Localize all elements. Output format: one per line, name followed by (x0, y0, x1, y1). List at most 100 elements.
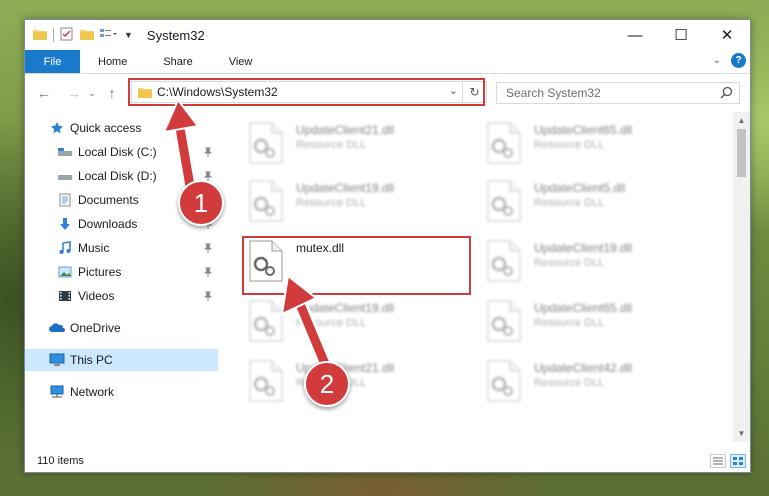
sidebar-item-label: Quick access (70, 121, 142, 135)
file-name: UpdateClient65.dll (534, 123, 633, 137)
step-2-badge: 2 (304, 361, 350, 407)
quick-access-toolbar: ▼ (25, 27, 133, 44)
list-item[interactable]: UpdateClient65.dll Resource DLL (480, 118, 710, 168)
documents-icon (57, 192, 73, 208)
sidebar-item-quick-access[interactable]: Quick access (25, 117, 218, 139)
pin-icon[interactable] (203, 290, 213, 304)
list-item[interactable]: UpdateClient42.dll Resource DLL (480, 356, 710, 406)
sidebar-item-network[interactable]: Network (25, 381, 218, 403)
forward-arrow-icon[interactable]: → (63, 85, 85, 101)
folder-icon (33, 28, 47, 43)
details-view-icon[interactable] (710, 454, 726, 468)
scroll-thumb[interactable] (737, 129, 746, 177)
chevron-down-icon[interactable]: ▼ (124, 30, 133, 40)
sidebar-item-label: Documents (78, 193, 139, 207)
chevron-down-icon[interactable]: ⌄ (449, 84, 458, 97)
file-list: UpdateClient21.dll Resource DLL UpdateCl… (218, 112, 734, 442)
sidebar-item-onedrive[interactable]: OneDrive (25, 317, 218, 339)
sidebar-item-this-pc[interactable]: This PC (25, 349, 218, 371)
drive-icon (57, 168, 73, 184)
maximize-button[interactable]: ☐ (658, 20, 704, 50)
file-explorer-window: ▼ System32 — ☐ ✕ File Home Share View ⌄ … (24, 19, 751, 473)
back-arrow-icon[interactable]: ← (33, 85, 55, 101)
ribbon-tabs: File Home Share View ⌄ ? (25, 50, 750, 74)
sidebar-item-pictures[interactable]: Pictures (25, 261, 218, 283)
sidebar-item-label: Downloads (78, 217, 138, 231)
customize-toolbar-icon[interactable] (100, 28, 118, 43)
tab-share[interactable]: Share (145, 50, 210, 73)
list-item[interactable]: UpdateClient21.dll Resource DLL (242, 118, 472, 168)
file-type: Resource DLL (296, 317, 367, 329)
dll-file-icon (486, 300, 522, 345)
tab-view[interactable]: View (211, 50, 271, 73)
sidebar-item-label: Local Disk (D:) (78, 169, 157, 183)
tab-home[interactable]: Home (80, 50, 145, 73)
pin-icon[interactable] (203, 146, 213, 160)
refresh-icon[interactable]: ↻ (462, 82, 486, 102)
expand-ribbon-icon[interactable]: ⌄ (713, 55, 721, 66)
file-type: Resource DLL (534, 317, 605, 329)
dll-file-icon (248, 180, 284, 225)
up-arrow-icon[interactable]: ↑ (101, 85, 123, 101)
dll-file-icon (486, 122, 522, 167)
search-input[interactable]: Search System32 (506, 86, 601, 100)
sidebar-item-label: Music (78, 241, 110, 255)
window-controls: — ☐ ✕ (612, 20, 750, 50)
scroll-up-icon[interactable]: ▲ (733, 112, 750, 129)
sidebar-item-label: OneDrive (70, 321, 121, 335)
list-item[interactable]: UpdateClient21.dll Resource DLL (242, 356, 472, 406)
step-1-badge: 1 (178, 180, 224, 226)
list-item[interactable]: UpdateClient5.dll Resource DLL (480, 176, 710, 226)
downloads-icon (57, 216, 73, 232)
tiles-view-icon[interactable] (730, 454, 746, 468)
list-item[interactable]: UpdateClient65.dll Resource DLL (480, 296, 710, 346)
list-item[interactable]: UpdateClient19.dll Resource DLL (480, 236, 710, 286)
scroll-down-icon[interactable]: ▼ (733, 425, 750, 442)
sidebar-item-local-disk-c[interactable]: Local Disk (C:) (25, 141, 218, 163)
close-button[interactable]: ✕ (704, 20, 750, 50)
file-type: Resource DLL (534, 197, 605, 209)
title-bar: ▼ System32 — ☐ ✕ (25, 20, 750, 50)
search-box[interactable]: Search System32 (496, 82, 740, 104)
list-item-mutex-dll[interactable]: mutex.dll (242, 236, 472, 286)
file-name: mutex.dll (296, 241, 345, 255)
folder-icon (138, 86, 152, 98)
minimize-button[interactable]: — (612, 20, 658, 50)
vertical-scrollbar[interactable]: ▲ ▼ (733, 112, 750, 442)
toolbar-divider (53, 28, 54, 42)
list-item[interactable]: UpdateClient19.dll Resource DLL (242, 296, 472, 346)
sidebar-item-music[interactable]: Music (25, 237, 218, 259)
address-bar[interactable]: C:\Windows\System32 ⌄ ↻ (131, 81, 487, 103)
sidebar-item-label: Local Disk (C:) (78, 145, 157, 159)
file-name: UpdateClient19.dll (296, 181, 395, 195)
search-icon[interactable] (720, 86, 733, 102)
tab-file[interactable]: File (25, 50, 80, 73)
window-title: System32 (146, 27, 205, 43)
properties-icon[interactable] (60, 27, 74, 44)
list-item[interactable]: UpdateClient19.dll Resource DLL (242, 176, 472, 226)
file-name: UpdateClient19.dll (534, 241, 633, 255)
sidebar-item-videos[interactable]: Videos (25, 285, 218, 307)
help-icon[interactable]: ? (731, 53, 746, 68)
pc-icon (49, 352, 65, 368)
pin-icon[interactable] (203, 242, 213, 256)
dll-file-icon (248, 360, 284, 405)
videos-icon (57, 288, 73, 304)
file-type: Resource DLL (534, 257, 605, 269)
item-count: 110 items (37, 455, 84, 467)
new-folder-icon[interactable] (80, 28, 94, 43)
sidebar-item-label: Videos (78, 289, 115, 303)
drive-icon (57, 144, 73, 160)
file-name: UpdateClient5.dll (534, 181, 626, 195)
dll-file-icon (248, 122, 284, 167)
file-name: UpdateClient19.dll (296, 301, 395, 315)
sidebar-item-label: This PC (70, 353, 113, 367)
pin-icon[interactable] (203, 266, 213, 280)
file-type: Resource DLL (296, 139, 367, 151)
sidebar-item-label: Pictures (78, 265, 122, 279)
dll-file-icon (248, 300, 284, 345)
address-path[interactable]: C:\Windows\System32 (157, 85, 278, 99)
navigation-pane: Quick access Local Disk (C:) Local Disk … (25, 112, 218, 442)
dll-file-icon (486, 240, 522, 285)
recent-locations-chevron-icon[interactable]: ⌄ (85, 88, 99, 99)
